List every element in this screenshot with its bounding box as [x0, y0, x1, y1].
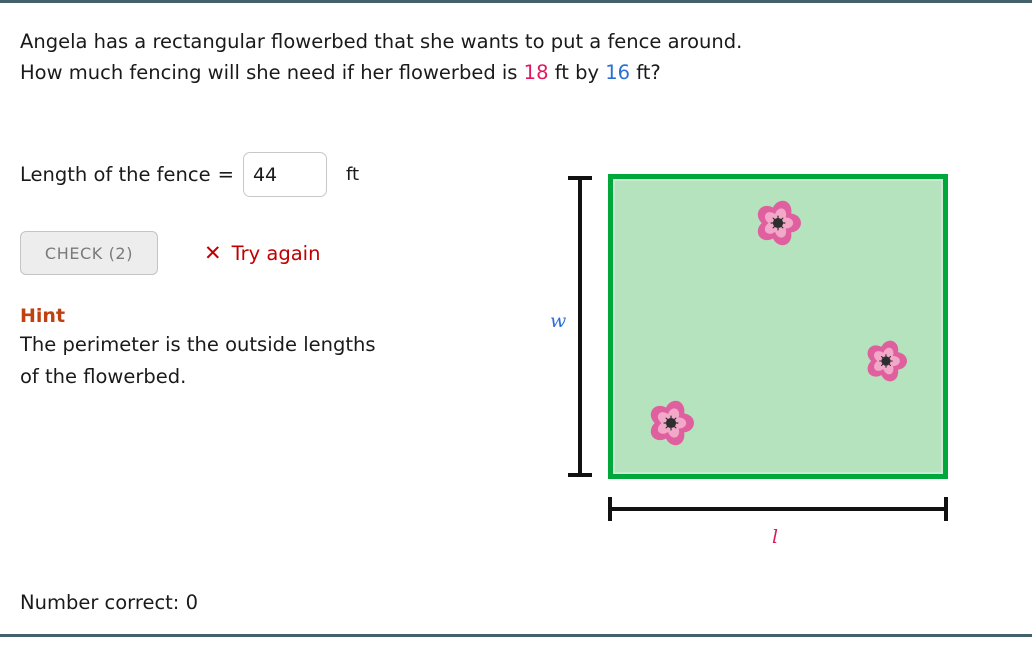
length-label: l — [772, 526, 779, 548]
hint-block: Hint The perimeter is the outside length… — [20, 303, 450, 393]
width-value: 16 — [605, 61, 631, 84]
flower-top-icon — [755, 200, 801, 246]
hint-title: Hint — [20, 305, 66, 327]
check-row: CHECK (2) ✕ Try again — [20, 231, 320, 275]
page-top-rule — [0, 0, 1032, 3]
length-measure-bar — [608, 507, 948, 511]
problem-statement: Angela has a rectangular flowerbed that … — [20, 26, 810, 88]
answer-row: Length of the fence = ft — [20, 152, 359, 197]
feedback-message: ✕ Try again — [204, 242, 320, 265]
flower-right-icon — [865, 340, 907, 382]
width-measure-cap-bottom — [568, 473, 592, 477]
score-text: Number correct: 0 — [20, 591, 198, 614]
length-measure-cap-left — [608, 497, 612, 521]
width-measure-bar — [578, 176, 582, 477]
problem-line-2-mid: ft by — [548, 61, 606, 84]
problem-line-2-prefix: How much fencing will she need if her fl… — [20, 61, 524, 84]
cross-icon: ✕ — [204, 240, 222, 265]
check-button[interactable]: CHECK (2) — [20, 231, 158, 275]
width-measure-cap-top — [568, 176, 592, 180]
width-label: w — [550, 310, 567, 332]
length-value: 18 — [523, 61, 549, 84]
hint-line-1: The perimeter is the outside lengths — [20, 333, 376, 356]
hint-line-2: of the flowerbed. — [20, 365, 187, 388]
problem-line-2: How much fencing will she need if her fl… — [20, 57, 810, 88]
problem-line-2-suffix: ft? — [630, 61, 661, 84]
length-measure-cap-right — [944, 497, 948, 521]
answer-unit: ft — [345, 164, 360, 185]
problem-line-1: Angela has a rectangular flowerbed that … — [20, 30, 743, 53]
answer-label: Length of the fence — [20, 163, 211, 186]
flower-bottom-left-icon — [648, 400, 694, 446]
equals-sign: = — [217, 163, 234, 186]
flowerbed-diagram: w l — [550, 160, 980, 550]
fence-length-input[interactable] — [242, 152, 327, 197]
feedback-text: Try again — [231, 241, 321, 265]
page-bottom-rule — [0, 634, 1032, 637]
